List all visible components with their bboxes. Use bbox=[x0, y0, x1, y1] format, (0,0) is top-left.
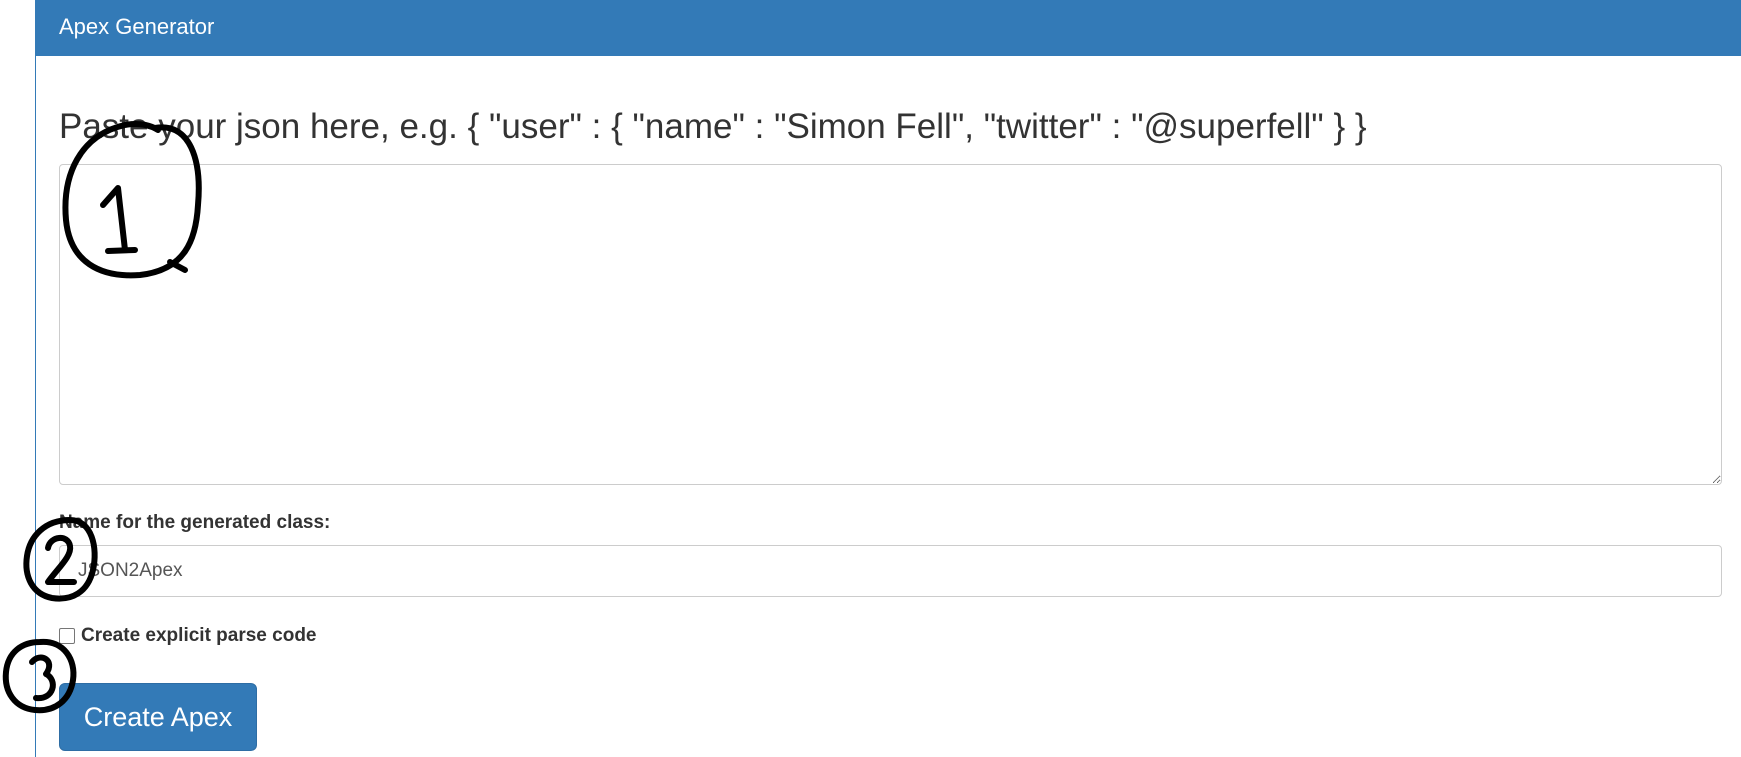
create-apex-button[interactable]: Create Apex bbox=[59, 683, 257, 751]
explicit-parse-checkbox[interactable] bbox=[59, 628, 75, 644]
apex-generator-panel: Apex Generator Paste your json here, e.g… bbox=[35, 0, 1741, 757]
explicit-parse-row[interactable]: Create explicit parse code bbox=[59, 625, 317, 647]
json-input-label: Paste your json here, e.g. { "user" : { … bbox=[59, 107, 1367, 146]
panel-title: Apex Generator bbox=[59, 14, 215, 39]
json-input-textarea[interactable] bbox=[59, 164, 1722, 485]
class-name-input[interactable] bbox=[59, 545, 1722, 597]
panel-heading: Apex Generator bbox=[36, 0, 1741, 56]
class-name-label: Name for the generated class: bbox=[59, 512, 331, 533]
explicit-parse-label[interactable]: Create explicit parse code bbox=[81, 625, 317, 647]
